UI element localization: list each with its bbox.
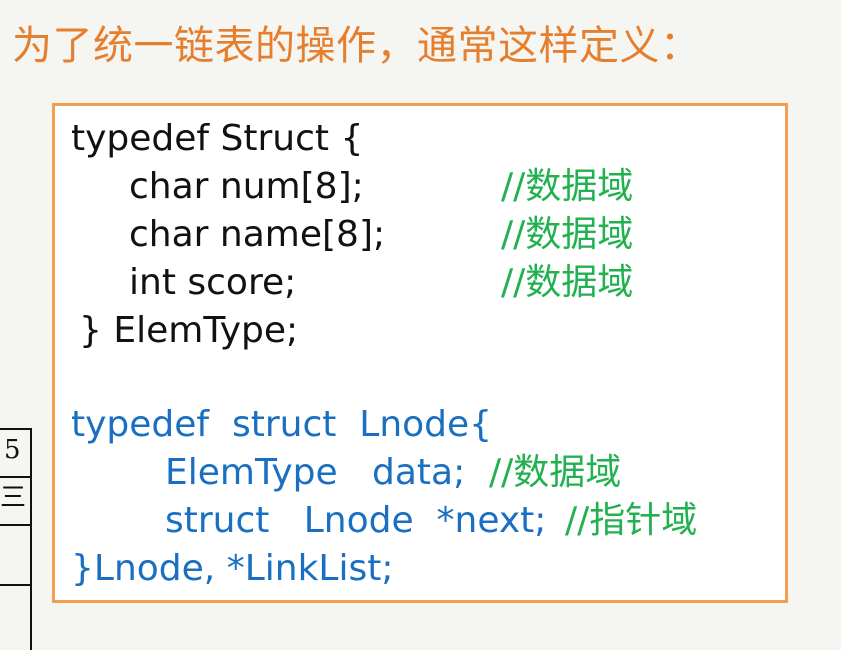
comment-data-field: //数据域 (501, 214, 634, 255)
code-line-score: int score; (129, 262, 297, 303)
comment-data-field: //数据域 (501, 262, 634, 303)
table-cell: 三 (0, 476, 30, 524)
partial-table: 5 三 (0, 428, 32, 650)
slide-title: 为了统一链表的操作，通常这样定义： (12, 23, 701, 69)
table-cell: 5 (0, 428, 30, 476)
code-line-lnode-close: }Lnode, *LinkList; (71, 548, 394, 589)
code-line-lnode-open: typedef struct Lnode{ (71, 404, 493, 445)
code-line-num: char num[8]; (129, 166, 364, 207)
comment-data-field: //数据域 (501, 166, 634, 207)
comment-pointer-field: //指针域 (565, 500, 698, 541)
code-line-elemtype-close: } ElemType; (79, 310, 299, 351)
comment-data-field: //数据域 (489, 452, 622, 493)
code-line-data: ElemType data; (165, 452, 466, 493)
code-line-next: struct Lnode *next; (165, 500, 547, 541)
code-line-name: char name[8]; (129, 214, 386, 255)
table-cell (0, 584, 30, 650)
code-line-struct-open: typedef Struct { (71, 118, 364, 159)
table-cell (0, 524, 30, 584)
code-block: typedef Struct { char num[8]; //数据域 char… (52, 103, 788, 603)
